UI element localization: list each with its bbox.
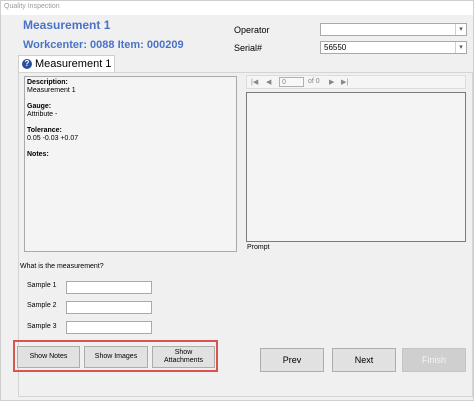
notes-label: Notes: xyxy=(27,151,49,158)
description-value: Measurement 1 xyxy=(27,87,76,94)
tab-label: Measurement 1 xyxy=(35,58,112,70)
previous-record-icon[interactable]: ◀ xyxy=(266,78,271,86)
title-bar: Quality Inspection xyxy=(1,1,473,15)
tab-measurement-1[interactable]: ? Measurement 1 xyxy=(18,55,115,72)
prompt-image-area xyxy=(246,92,466,242)
sample-1-label: Sample 1 xyxy=(27,282,57,289)
show-notes-button[interactable]: Show Notes xyxy=(17,346,80,368)
serial-value: 56550 xyxy=(324,43,347,52)
next-record-icon[interactable]: ▶ xyxy=(329,78,334,86)
sample-3-input[interactable] xyxy=(66,321,152,334)
show-attachments-button[interactable]: Show Attachments xyxy=(152,346,215,368)
gauge-value: Attribute - xyxy=(27,111,58,118)
chevron-down-icon[interactable]: ▾ xyxy=(455,24,466,35)
tolerance-label: Tolerance: xyxy=(27,127,62,134)
question-text: What is the measurement? xyxy=(20,263,104,270)
sample-1-input[interactable] xyxy=(66,281,152,294)
tolerance-value: 0.05 -0.03 +0.07 xyxy=(27,135,79,142)
window-title: Quality Inspection xyxy=(4,3,60,10)
sample-2-input[interactable] xyxy=(66,301,152,314)
prev-button[interactable]: Prev xyxy=(260,348,324,372)
record-count: of 0 xyxy=(308,78,320,85)
chevron-down-icon[interactable]: ▾ xyxy=(455,42,466,53)
last-record-icon[interactable]: ▶| xyxy=(341,78,348,86)
serial-label: Serial# xyxy=(234,43,263,53)
description-box: Description: Measurement 1 Gauge: Attrib… xyxy=(24,76,237,252)
operator-label: Operator xyxy=(234,25,270,35)
position-input[interactable]: 0 xyxy=(279,77,304,87)
next-button[interactable]: Next xyxy=(332,348,396,372)
sample-2-label: Sample 2 xyxy=(27,302,57,309)
measurement-title: Measurement 1 xyxy=(23,18,111,32)
prompt-label: Prompt xyxy=(247,244,270,251)
serial-dropdown[interactable]: 56550 ▾ xyxy=(320,41,467,54)
sample-3-label: Sample 3 xyxy=(27,323,57,330)
finish-button[interactable]: Finish xyxy=(402,348,466,372)
gauge-label: Gauge: xyxy=(27,103,52,110)
help-icon: ? xyxy=(22,59,32,69)
first-record-icon[interactable]: |◀ xyxy=(251,78,258,86)
quality-inspection-window: Quality Inspection Measurement 1 Workcen… xyxy=(0,0,474,401)
image-navigator: |◀ ◀ 0 of 0 ▶ ▶| xyxy=(246,75,466,89)
operator-dropdown[interactable]: ▾ xyxy=(320,23,467,36)
show-images-button[interactable]: Show Images xyxy=(84,346,148,368)
workcenter-item-line: Workcenter: 0088 Item: 000209 xyxy=(23,39,184,51)
description-label: Description: xyxy=(27,79,68,86)
